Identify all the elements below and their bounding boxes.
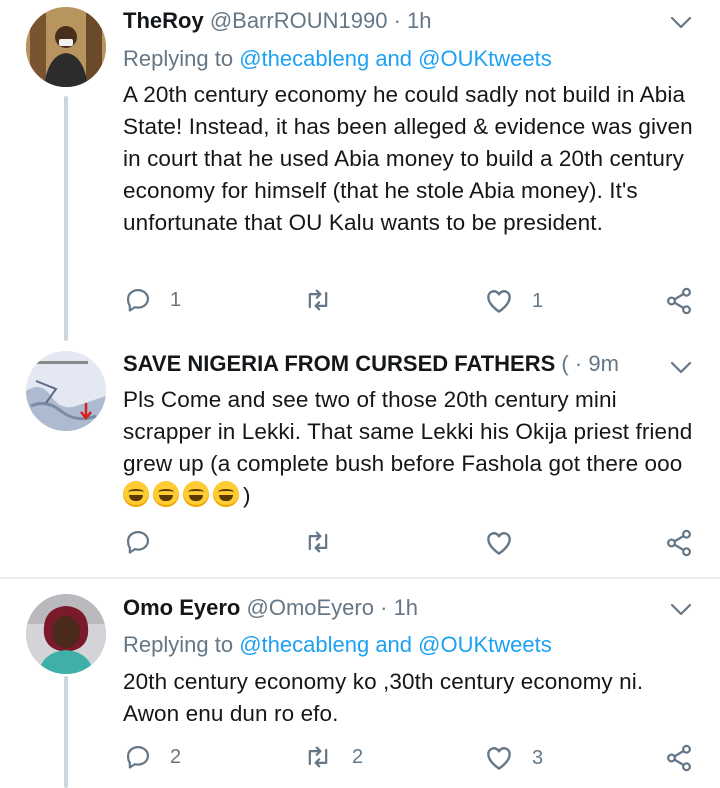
replying-to: Replying to @thecableng and @OUKtweets <box>123 632 552 658</box>
like-button[interactable]: 1 <box>484 286 543 316</box>
replying-and: and <box>375 46 413 71</box>
timestamp[interactable]: 9m <box>588 351 619 376</box>
separator-dot: · <box>574 351 583 376</box>
tweet[interactable]: TheRoy @BarrROUN1990 · 1h Replying to @t… <box>0 0 720 341</box>
retweet-button[interactable] <box>302 528 352 556</box>
share-icon <box>664 528 694 558</box>
avatar-image <box>26 351 106 431</box>
avatar-image <box>26 594 106 674</box>
divider <box>0 577 720 579</box>
replying-and: and <box>375 632 413 657</box>
heart-icon <box>484 743 514 773</box>
laughing-emoji-icon <box>183 481 209 507</box>
like-button[interactable]: 3 <box>484 743 543 773</box>
tweet-header: Omo Eyero @OmoEyero · 1h <box>123 595 650 625</box>
reply-count: 1 <box>170 288 182 311</box>
tweet-text-suffix: ) <box>243 483 251 508</box>
avatar[interactable] <box>26 351 106 431</box>
chevron-down-icon[interactable] <box>670 16 692 30</box>
reply-icon <box>124 528 152 556</box>
tweet-text: 20th century economy ko ,30th century ec… <box>123 669 644 726</box>
reply-count: 2 <box>170 745 182 768</box>
reply-button[interactable]: 1 <box>124 286 181 314</box>
mention-link[interactable]: @thecableng <box>239 46 369 71</box>
display-name[interactable]: Omo Eyero <box>123 595 240 620</box>
laughing-emoji-icon <box>123 481 149 507</box>
reply-icon <box>124 286 152 314</box>
mention-link[interactable]: @OUKtweets <box>418 46 552 71</box>
avatar[interactable] <box>26 594 106 674</box>
separator-dot: · <box>393 8 401 33</box>
separator-dot: · <box>380 595 388 620</box>
reply-button[interactable] <box>124 528 170 556</box>
replying-to-label: Replying to <box>123 46 234 71</box>
tweet-text-content: Pls Come and see two of those 20th centu… <box>123 387 693 476</box>
reply-icon <box>124 743 152 771</box>
display-name[interactable]: TheRoy <box>123 8 204 33</box>
share-icon <box>664 286 694 316</box>
tweet-text: A 20th century economy he could sadly no… <box>123 82 693 235</box>
user-handle[interactable]: @BarrROUN1990 <box>210 8 388 33</box>
retweet-button[interactable] <box>302 286 352 314</box>
retweet-button[interactable]: 2 <box>302 743 363 771</box>
avatar[interactable] <box>26 7 106 87</box>
retweet-count: 2 <box>352 745 364 768</box>
tweet-header: SAVE NIGERIA FROM CURSED FATHERS ( · 9m <box>123 351 650 381</box>
display-name[interactable]: SAVE NIGERIA FROM CURSED FATHERS <box>123 351 555 376</box>
laughing-emoji-icon <box>153 481 179 507</box>
tweet-text: Pls Come and see two of those 20th centu… <box>123 384 698 512</box>
mention-link[interactable]: @OUKtweets <box>418 632 552 657</box>
mention-link[interactable]: @thecableng <box>239 632 369 657</box>
share-button[interactable] <box>664 286 694 316</box>
retweet-icon <box>302 286 334 314</box>
like-count: 1 <box>532 289 544 312</box>
like-count: 3 <box>532 746 544 769</box>
avatar-image <box>26 7 106 87</box>
laughing-emoji-icon <box>213 481 239 507</box>
share-button[interactable] <box>664 528 694 558</box>
tweet[interactable]: Omo Eyero @OmoEyero · 1h Replying to @th… <box>0 580 720 788</box>
timestamp[interactable]: 1h <box>394 595 418 620</box>
replying-to-label: Replying to <box>123 632 234 657</box>
retweet-icon <box>302 528 334 556</box>
chevron-down-icon[interactable] <box>670 361 692 375</box>
heart-icon <box>484 528 514 558</box>
retweet-icon <box>302 743 334 771</box>
tweet-actions: 1 1 <box>0 286 720 320</box>
reply-button[interactable]: 2 <box>124 743 181 771</box>
user-handle[interactable]: ( <box>561 351 568 376</box>
tweet-actions: 2 2 3 <box>0 743 720 777</box>
share-button[interactable] <box>664 743 694 773</box>
like-button[interactable] <box>484 528 532 558</box>
user-handle[interactable]: @OmoEyero <box>247 595 374 620</box>
chevron-down-icon[interactable] <box>670 603 692 617</box>
tweet-header: TheRoy @BarrROUN1990 · 1h <box>123 8 650 38</box>
tweet[interactable]: SAVE NIGERIA FROM CURSED FATHERS ( · 9m … <box>0 341 720 578</box>
timestamp[interactable]: 1h <box>407 8 431 33</box>
heart-icon <box>484 286 514 316</box>
replying-to: Replying to @thecableng and @OUKtweets <box>123 46 552 72</box>
share-icon <box>664 743 694 773</box>
tweet-actions <box>0 528 720 562</box>
